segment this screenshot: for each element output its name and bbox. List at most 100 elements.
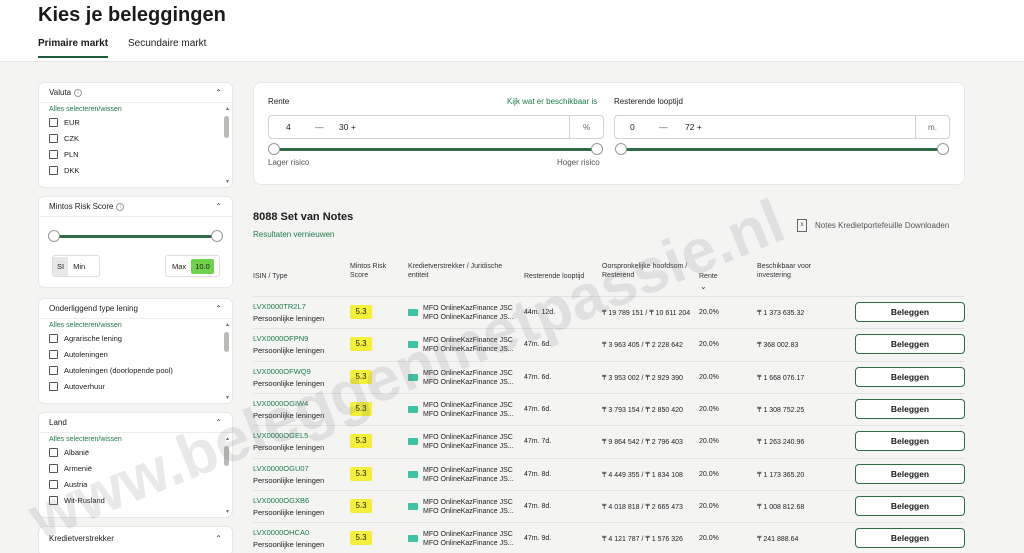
- risk-slider-max-handle[interactable]: [211, 230, 223, 242]
- scroll-down-icon[interactable]: ▼: [225, 395, 230, 401]
- invest-button[interactable]: Beleggen: [855, 528, 965, 549]
- table-row[interactable]: LVX0000OGXB6 Persoonlijke leningen 5.3 MFO …: [253, 489, 965, 522]
- invest-button[interactable]: Beleggen: [855, 495, 965, 516]
- option-armenie[interactable]: Armenië: [39, 460, 232, 476]
- download-portfolio-link[interactable]: x Notes Kredietportefeuille Downloaden: [797, 219, 949, 232]
- checkbox[interactable]: [49, 117, 58, 127]
- rente-input[interactable]: 4 — 30 + %: [268, 115, 604, 139]
- option-autoleningen[interactable]: Autoleningen: [39, 346, 232, 362]
- option-pln[interactable]: PLN: [39, 146, 232, 162]
- scrollbar[interactable]: [224, 446, 229, 466]
- table-row[interactable]: LVX0000TR2L7 Persoonlijke leningen 5.3 MFO …: [253, 296, 965, 328]
- filter-valuta-header[interactable]: Valuta i ⌃: [39, 83, 232, 103]
- tab-primaire-markt[interactable]: Primaire markt: [38, 38, 109, 58]
- chevron-up-icon[interactable]: ⌃: [215, 534, 222, 543]
- sort-chevron-icon[interactable]: ⌄: [700, 282, 707, 291]
- risk-slider-track[interactable]: [54, 235, 219, 238]
- invest-button[interactable]: Beleggen: [855, 302, 965, 322]
- option-albanie[interactable]: Albanië: [39, 444, 232, 460]
- select-all-link[interactable]: Alles selecteren/wissen: [39, 433, 232, 444]
- checkbox[interactable]: [49, 447, 58, 457]
- scrollbar[interactable]: [224, 116, 229, 138]
- chevron-up-icon[interactable]: ⌃: [215, 202, 222, 211]
- checkbox[interactable]: [49, 349, 58, 359]
- isin-link[interactable]: LVX0000OFPN9: [253, 334, 308, 343]
- option-austria[interactable]: Austria: [39, 476, 232, 492]
- isin-link[interactable]: LVX0000OGIW4: [253, 399, 308, 408]
- isin-link[interactable]: LVX0000OGXB6: [253, 496, 309, 505]
- isin-link[interactable]: LVX0000OGEL5: [253, 431, 308, 440]
- scroll-down-icon[interactable]: ▼: [225, 509, 230, 515]
- table-row[interactable]: LVX0000OHCA0 Persoonlijke leningen 5.3 MFO …: [253, 522, 965, 553]
- isin-link[interactable]: LVX0000OFWQ9: [253, 367, 311, 376]
- rente-max-value[interactable]: 30 +: [339, 122, 356, 132]
- option-dkk[interactable]: DKK: [39, 162, 232, 178]
- checkbox[interactable]: [49, 381, 58, 391]
- header-rate[interactable]: Rente: [699, 272, 718, 281]
- option-autoverhuur[interactable]: Autoverhuur: [39, 378, 232, 394]
- invest-button[interactable]: Beleggen: [855, 334, 965, 355]
- option-autoleningen-pool[interactable]: Autoleningen (doorlopende pool): [39, 362, 232, 378]
- filter-lender-header[interactable]: Kredietverstrekker ⌃: [39, 527, 232, 549]
- option-wit-rusland[interactable]: Wit-Rusland: [39, 492, 232, 508]
- checkbox[interactable]: [49, 133, 58, 143]
- table-row[interactable]: LVX0000OGIW4 Persoonlijke leningen 5.3 MFO …: [253, 392, 965, 425]
- risk-max-field[interactable]: Max 10.0: [165, 255, 220, 277]
- header-isin[interactable]: ISIN / Type: [253, 272, 288, 281]
- checkbox[interactable]: [49, 479, 58, 489]
- header-term[interactable]: Resterende looptijd: [524, 272, 584, 281]
- header-available[interactable]: Beschikbaar voor investering: [757, 262, 827, 280]
- checkbox[interactable]: [49, 165, 58, 175]
- invest-button[interactable]: Beleggen: [855, 431, 965, 452]
- looptijd-slider-track[interactable]: [621, 148, 943, 151]
- scroll-down-icon[interactable]: ▼: [225, 179, 230, 185]
- filter-land-header[interactable]: Land ⌃: [39, 413, 232, 433]
- filter-loan-type-header[interactable]: Onderliggend type lening ⌃: [39, 299, 232, 319]
- tab-secundaire-markt[interactable]: Secundaire markt: [128, 38, 206, 49]
- scroll-up-icon[interactable]: ▲: [225, 322, 230, 328]
- isin-link[interactable]: LVX0000TR2L7: [253, 302, 306, 311]
- rente-slider-max-handle[interactable]: [591, 143, 603, 155]
- risk-min-field[interactable]: SI Min: [52, 255, 100, 277]
- looptijd-slider-min-handle[interactable]: [615, 143, 627, 155]
- rente-slider-min-handle[interactable]: [268, 143, 280, 155]
- table-row[interactable]: LVX0000OFWQ9 Persoonlijke leningen 5.3 MFO …: [253, 360, 965, 393]
- header-principal[interactable]: Oorspronkelijke hoofdsom / Resterend: [602, 262, 692, 280]
- scroll-up-icon[interactable]: ▲: [225, 436, 230, 442]
- scrollbar[interactable]: [224, 332, 229, 352]
- checkbox[interactable]: [49, 463, 58, 473]
- invest-button[interactable]: Beleggen: [855, 463, 965, 484]
- option-eur[interactable]: EUR: [39, 114, 232, 130]
- refresh-results-link[interactable]: Resultaten vernieuwen: [253, 230, 334, 239]
- select-all-link[interactable]: Alles selecteren/wissen: [39, 319, 232, 330]
- isin-link[interactable]: LVX0000OHCA0: [253, 528, 309, 537]
- option-czk[interactable]: CZK: [39, 130, 232, 146]
- looptijd-min-value[interactable]: 0: [630, 122, 635, 132]
- select-all-link[interactable]: Alles selecteren/wissen: [39, 103, 232, 114]
- risk-slider-min-handle[interactable]: [48, 230, 60, 242]
- option-agrarische-lening[interactable]: Agrarische lening: [39, 330, 232, 346]
- checkbox[interactable]: [49, 149, 58, 159]
- rente-min-value[interactable]: 4: [286, 122, 291, 132]
- looptijd-input[interactable]: 0 — 72 + m.: [614, 115, 950, 139]
- looptijd-max-value[interactable]: 72 +: [685, 122, 702, 132]
- checkbox[interactable]: [49, 495, 58, 505]
- checkbox[interactable]: [49, 365, 58, 375]
- rente-slider-track[interactable]: [274, 148, 597, 151]
- table-row[interactable]: LVX0000OGU07 Persoonlijke leningen 5.3 MFO …: [253, 457, 965, 490]
- invest-button[interactable]: Beleggen: [855, 366, 965, 387]
- table-row[interactable]: LVX0000OGEL5 Persoonlijke leningen 5.3 MFO …: [253, 425, 965, 457]
- header-lender[interactable]: Kredietverstrekker / Juridische entiteit: [408, 262, 523, 280]
- chevron-up-icon[interactable]: ⌃: [215, 88, 222, 97]
- chevron-up-icon[interactable]: ⌃: [215, 304, 222, 313]
- scroll-up-icon[interactable]: ▲: [225, 106, 230, 112]
- isin-link[interactable]: LVX0000OGU07: [253, 464, 309, 473]
- looptijd-slider-max-handle[interactable]: [937, 143, 949, 155]
- filter-risk-header[interactable]: Mintos Risk Score i ⌃: [39, 197, 232, 217]
- availability-link[interactable]: Kijk wat er beschikbaar is: [507, 97, 597, 106]
- invest-button[interactable]: Beleggen: [855, 398, 965, 419]
- header-score[interactable]: Mintos Risk Score: [350, 262, 400, 280]
- table-row[interactable]: LVX0000OFPN9 Persoonlijke leningen 5.3 MFO …: [253, 328, 965, 360]
- checkbox[interactable]: [49, 333, 58, 343]
- chevron-up-icon[interactable]: ⌃: [215, 418, 222, 427]
